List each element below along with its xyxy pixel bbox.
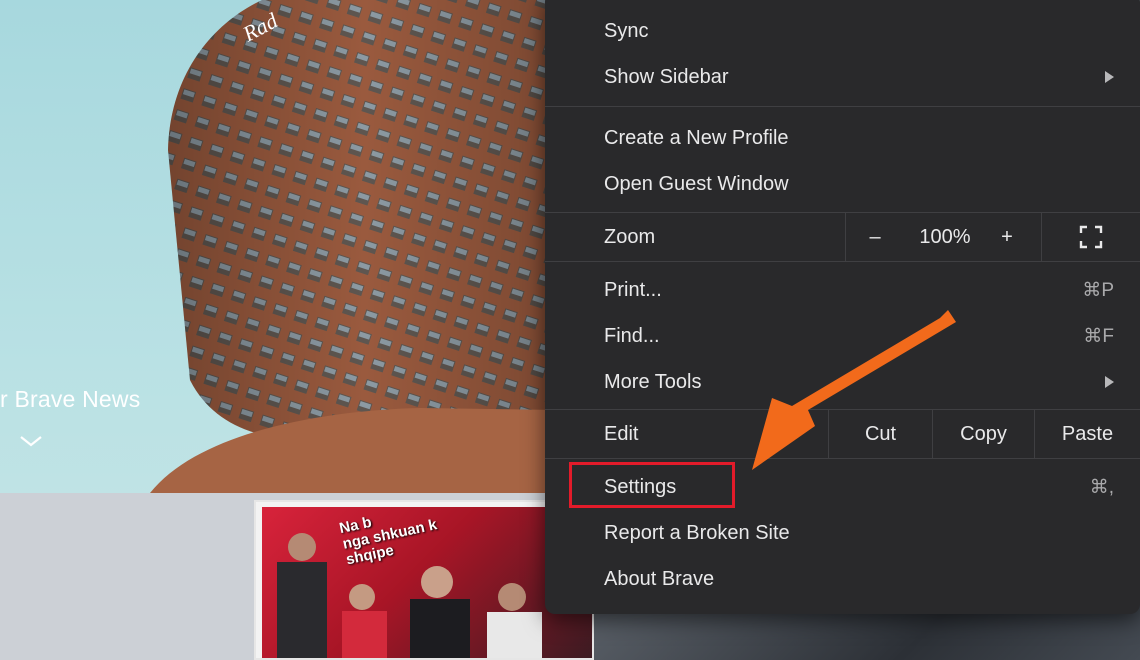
- zoom-level: 100%: [919, 225, 971, 248]
- zoom-divider: [845, 213, 846, 261]
- menu-item-label: Show Sidebar: [604, 65, 729, 88]
- menu-item-sync[interactable]: Sync: [545, 8, 1140, 54]
- menu-item-guest-window[interactable]: Open Guest Window: [545, 161, 1140, 207]
- menu-item-label: More Tools: [604, 370, 702, 393]
- chevron-down-icon[interactable]: [18, 432, 44, 450]
- submenu-arrow-icon: [1105, 376, 1114, 388]
- submenu-arrow-icon: [1105, 71, 1114, 83]
- cut-button[interactable]: Cut: [829, 411, 932, 457]
- menu-divider: [545, 261, 1140, 262]
- menu-item-label: Print...: [604, 278, 662, 301]
- zoom-in-button[interactable]: +: [987, 214, 1027, 260]
- fullscreen-icon: [1079, 225, 1103, 249]
- fullscreen-button[interactable]: [1042, 214, 1140, 260]
- menu-item-label: Find...: [604, 324, 660, 347]
- zoom-out-button[interactable]: –: [855, 214, 895, 260]
- menu-item-label: Report a Broken Site: [604, 521, 790, 544]
- menu-divider: [545, 409, 1140, 410]
- menu-item-label: Sync: [604, 19, 649, 42]
- zoom-label: Zoom: [604, 225, 656, 248]
- menu-item-create-profile[interactable]: Create a New Profile: [545, 115, 1140, 161]
- menu-item-label: Settings: [604, 475, 677, 498]
- settings-shortcut: ⌘,: [1089, 476, 1114, 498]
- print-shortcut: ⌘P: [1082, 279, 1114, 301]
- menu-item-more-tools[interactable]: More Tools: [545, 359, 1140, 405]
- menu-item-label: About Brave: [604, 567, 715, 590]
- menu-item-settings[interactable]: Settings ⌘,: [545, 464, 1140, 510]
- menu-divider: [545, 106, 1140, 107]
- thumbnail-photo: Na b nga shkuan k shqipe: [262, 507, 592, 658]
- menu-item-show-sidebar[interactable]: Show Sidebar: [545, 54, 1140, 100]
- menu-item-label: Create a New Profile: [604, 126, 789, 149]
- menu-item-about[interactable]: About Brave: [545, 556, 1140, 602]
- edit-label: Edit: [604, 422, 639, 445]
- app-menu: Sync Show Sidebar Create a New Profile O…: [545, 0, 1140, 614]
- menu-item-report-site[interactable]: Report a Broken Site: [545, 510, 1140, 556]
- menu-item-print[interactable]: Print... ⌘P: [545, 267, 1140, 313]
- copy-button[interactable]: Copy: [933, 411, 1034, 457]
- brave-news-caption[interactable]: r Brave News: [0, 386, 140, 413]
- menu-item-label: Open Guest Window: [604, 172, 789, 195]
- menu-item-find[interactable]: Find... ⌘F: [545, 313, 1140, 359]
- find-shortcut: ⌘F: [1083, 325, 1114, 347]
- news-thumbnail[interactable]: Na b nga shkuan k shqipe: [254, 500, 594, 660]
- menu-divider: [545, 212, 1140, 213]
- menu-divider: [545, 458, 1140, 459]
- paste-button[interactable]: Paste: [1035, 411, 1140, 457]
